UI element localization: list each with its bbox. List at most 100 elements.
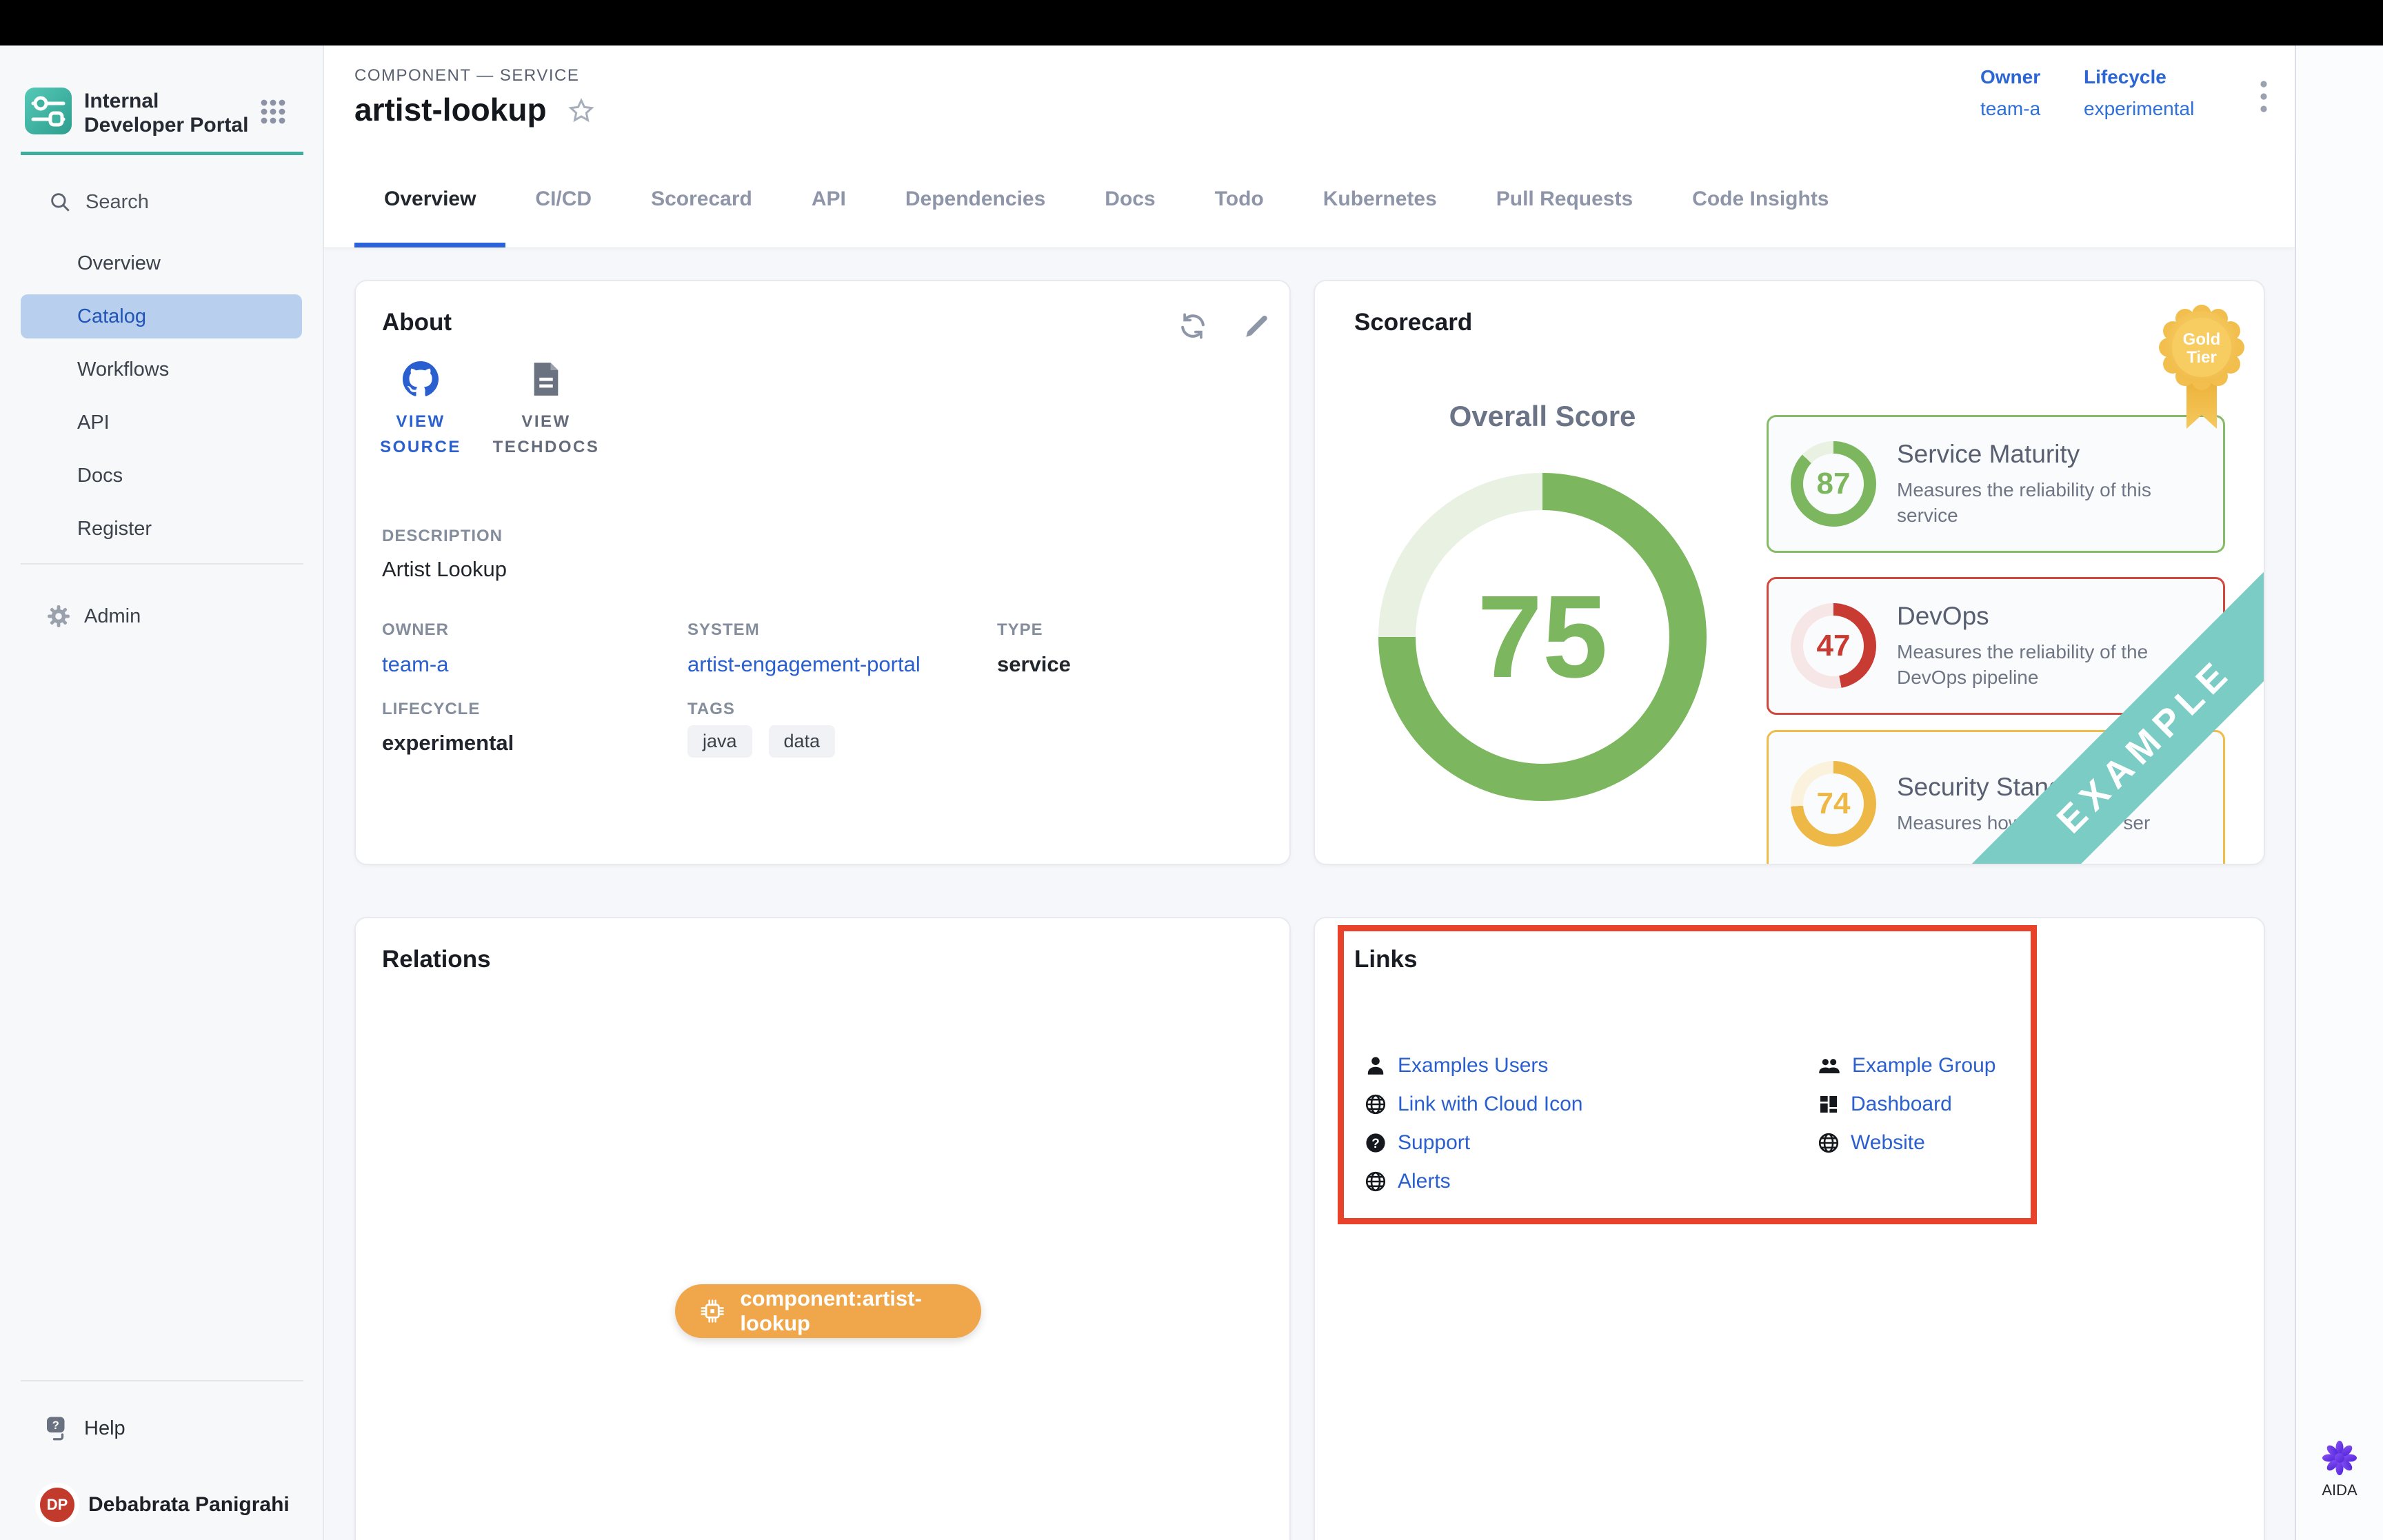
view-source-link[interactable]: VIEW SOURCE bbox=[364, 361, 477, 460]
user-name: Debabrata Panigrahi bbox=[88, 1493, 290, 1517]
lifecycle-field-label: LIFECYCLE bbox=[382, 700, 480, 719]
pencil-icon bbox=[1243, 312, 1271, 341]
view-source-line1: VIEW bbox=[364, 409, 477, 434]
scorecard-card: Scorecard Overall Score 75 87 Service Ma… bbox=[1314, 280, 2265, 865]
tag-chip[interactable]: data bbox=[769, 725, 836, 758]
overall-score-label: Overall Score bbox=[1315, 400, 1770, 433]
badge-line2: Tier bbox=[2186, 348, 2217, 367]
tab-scorecard[interactable]: Scorecard bbox=[621, 150, 782, 247]
sidebar-divider bbox=[21, 563, 303, 565]
relations-entity-chip[interactable]: component:artist-lookup bbox=[675, 1284, 981, 1338]
aida-flower-icon bbox=[2321, 1439, 2358, 1477]
sidebar-search[interactable]: Search bbox=[48, 190, 149, 214]
more-options-button[interactable] bbox=[2259, 79, 2269, 118]
tab-cicd[interactable]: CI/CD bbox=[505, 150, 621, 247]
description-value: Artist Lookup bbox=[382, 557, 507, 582]
overall-score-gauge: 75 bbox=[1378, 473, 1707, 801]
overall-score-value: 75 bbox=[1378, 473, 1707, 801]
security-standards-gauge: 74 bbox=[1791, 761, 1876, 847]
aida-assistant-button[interactable]: AIDA bbox=[2296, 1439, 2383, 1499]
security-standards-score: 74 bbox=[1791, 761, 1876, 847]
owner-field-value[interactable]: team-a bbox=[382, 652, 448, 677]
view-techdocs-link[interactable]: VIEW TECHDOCS bbox=[490, 361, 603, 460]
avatar: DP bbox=[40, 1488, 74, 1522]
sidebar-item-workflows[interactable]: Workflows bbox=[0, 343, 323, 396]
sidebar-item-docs[interactable]: Docs bbox=[0, 449, 323, 503]
sidebar-item-api[interactable]: API bbox=[0, 396, 323, 449]
entity-header: COMPONENT — SERVICE artist-lookup Owner … bbox=[324, 45, 2295, 151]
user-profile[interactable]: DP Debabrata Panigrahi bbox=[40, 1488, 290, 1522]
chip-cpu-icon bbox=[700, 1298, 725, 1324]
system-field-label: SYSTEM bbox=[687, 620, 760, 640]
system-field-value[interactable]: artist-engagement-portal bbox=[687, 652, 921, 677]
tag-chip[interactable]: java bbox=[687, 725, 752, 758]
sidebar-item-admin[interactable]: Admin bbox=[46, 600, 141, 632]
devops-score: 47 bbox=[1791, 603, 1876, 689]
scorecard-title: Scorecard bbox=[1354, 309, 1472, 336]
tab-dependencies[interactable]: Dependencies bbox=[876, 150, 1075, 247]
top-black-bar bbox=[0, 0, 2383, 45]
view-techdocs-line2: TECHDOCS bbox=[490, 434, 603, 460]
relations-card: Relations component:artist-lookup bbox=[354, 917, 1291, 1540]
type-field-value: service bbox=[997, 652, 1071, 677]
lifecycle-meta: Lifecycle experimental bbox=[2084, 66, 2194, 120]
relations-title: Relations bbox=[382, 946, 491, 973]
help-label: Help bbox=[84, 1417, 125, 1440]
gold-tier-badge: Gold Tier bbox=[2159, 305, 2244, 450]
metric-name: Service Maturity bbox=[1897, 440, 2200, 469]
tab-todo[interactable]: Todo bbox=[1185, 150, 1294, 247]
github-icon bbox=[403, 361, 439, 397]
owner-value[interactable]: team-a bbox=[1980, 98, 2040, 120]
right-gutter: AIDA bbox=[2295, 45, 2383, 1540]
view-techdocs-line1: VIEW bbox=[490, 409, 603, 434]
admin-label: Admin bbox=[84, 605, 141, 628]
metric-description: Measures the reliability of this service bbox=[1897, 477, 2200, 528]
tab-kubernetes[interactable]: Kubernetes bbox=[1294, 150, 1467, 247]
tab-overview[interactable]: Overview bbox=[354, 150, 505, 247]
sidebar-nav: Overview Catalog Workflows API Docs Regi… bbox=[0, 237, 323, 556]
refresh-icon bbox=[1178, 312, 1207, 341]
portal-logo[interactable] bbox=[25, 88, 72, 134]
search-icon bbox=[48, 190, 72, 214]
refresh-button[interactable] bbox=[1178, 312, 1207, 344]
sliders-logo-icon bbox=[25, 88, 72, 134]
badge-line1: Gold bbox=[2183, 330, 2221, 349]
owner-meta[interactable]: Owner team-a bbox=[1980, 66, 2040, 120]
lifecycle-field-value: experimental bbox=[382, 731, 514, 756]
help-button[interactable]: ? Help bbox=[43, 1412, 125, 1445]
owner-label: Owner bbox=[1980, 66, 2040, 88]
sidebar: Internal Developer Portal Search Overvie… bbox=[0, 45, 324, 1540]
lifecycle-label: Lifecycle bbox=[2084, 66, 2194, 88]
apps-grid-icon[interactable] bbox=[258, 97, 288, 130]
entity-kind: COMPONENT — SERVICE bbox=[354, 66, 579, 85]
tab-code-insights[interactable]: Code Insights bbox=[1662, 150, 1858, 247]
description-label: DESCRIPTION bbox=[382, 527, 503, 546]
tab-api[interactable]: API bbox=[782, 150, 876, 247]
document-icon bbox=[530, 361, 562, 397]
type-field-label: TYPE bbox=[997, 620, 1043, 640]
tab-pull-requests[interactable]: Pull Requests bbox=[1467, 150, 1662, 247]
view-source-line2: SOURCE bbox=[364, 434, 477, 460]
owner-field-label: OWNER bbox=[382, 620, 449, 640]
tags-field-label: TAGS bbox=[687, 700, 735, 719]
tags-row: java data bbox=[687, 725, 835, 758]
favorite-star-button[interactable] bbox=[567, 97, 596, 129]
about-title: About bbox=[382, 309, 452, 336]
sidebar-item-catalog[interactable]: Catalog bbox=[21, 294, 302, 338]
sidebar-item-overview[interactable]: Overview bbox=[0, 237, 323, 290]
portal-title: Internal Developer Portal bbox=[84, 89, 257, 137]
star-icon bbox=[567, 97, 596, 125]
edit-button[interactable] bbox=[1243, 312, 1271, 344]
page-title: artist-lookup bbox=[354, 91, 547, 128]
service-maturity-gauge: 87 bbox=[1791, 441, 1876, 527]
sidebar-divider bbox=[21, 1380, 303, 1381]
lifecycle-value: experimental bbox=[2084, 98, 2194, 120]
tab-docs[interactable]: Docs bbox=[1075, 150, 1185, 247]
tab-bar: Overview CI/CD Scorecard API Dependencie… bbox=[324, 150, 2295, 248]
metric-service-maturity[interactable]: 87 Service Maturity Measures the reliabi… bbox=[1767, 415, 2225, 553]
service-maturity-score: 87 bbox=[1791, 441, 1876, 527]
sidebar-item-register[interactable]: Register bbox=[0, 503, 323, 556]
sidebar-divider-accent bbox=[21, 152, 303, 155]
highlight-annotation-box bbox=[1338, 925, 2037, 1224]
gear-icon bbox=[46, 603, 72, 629]
